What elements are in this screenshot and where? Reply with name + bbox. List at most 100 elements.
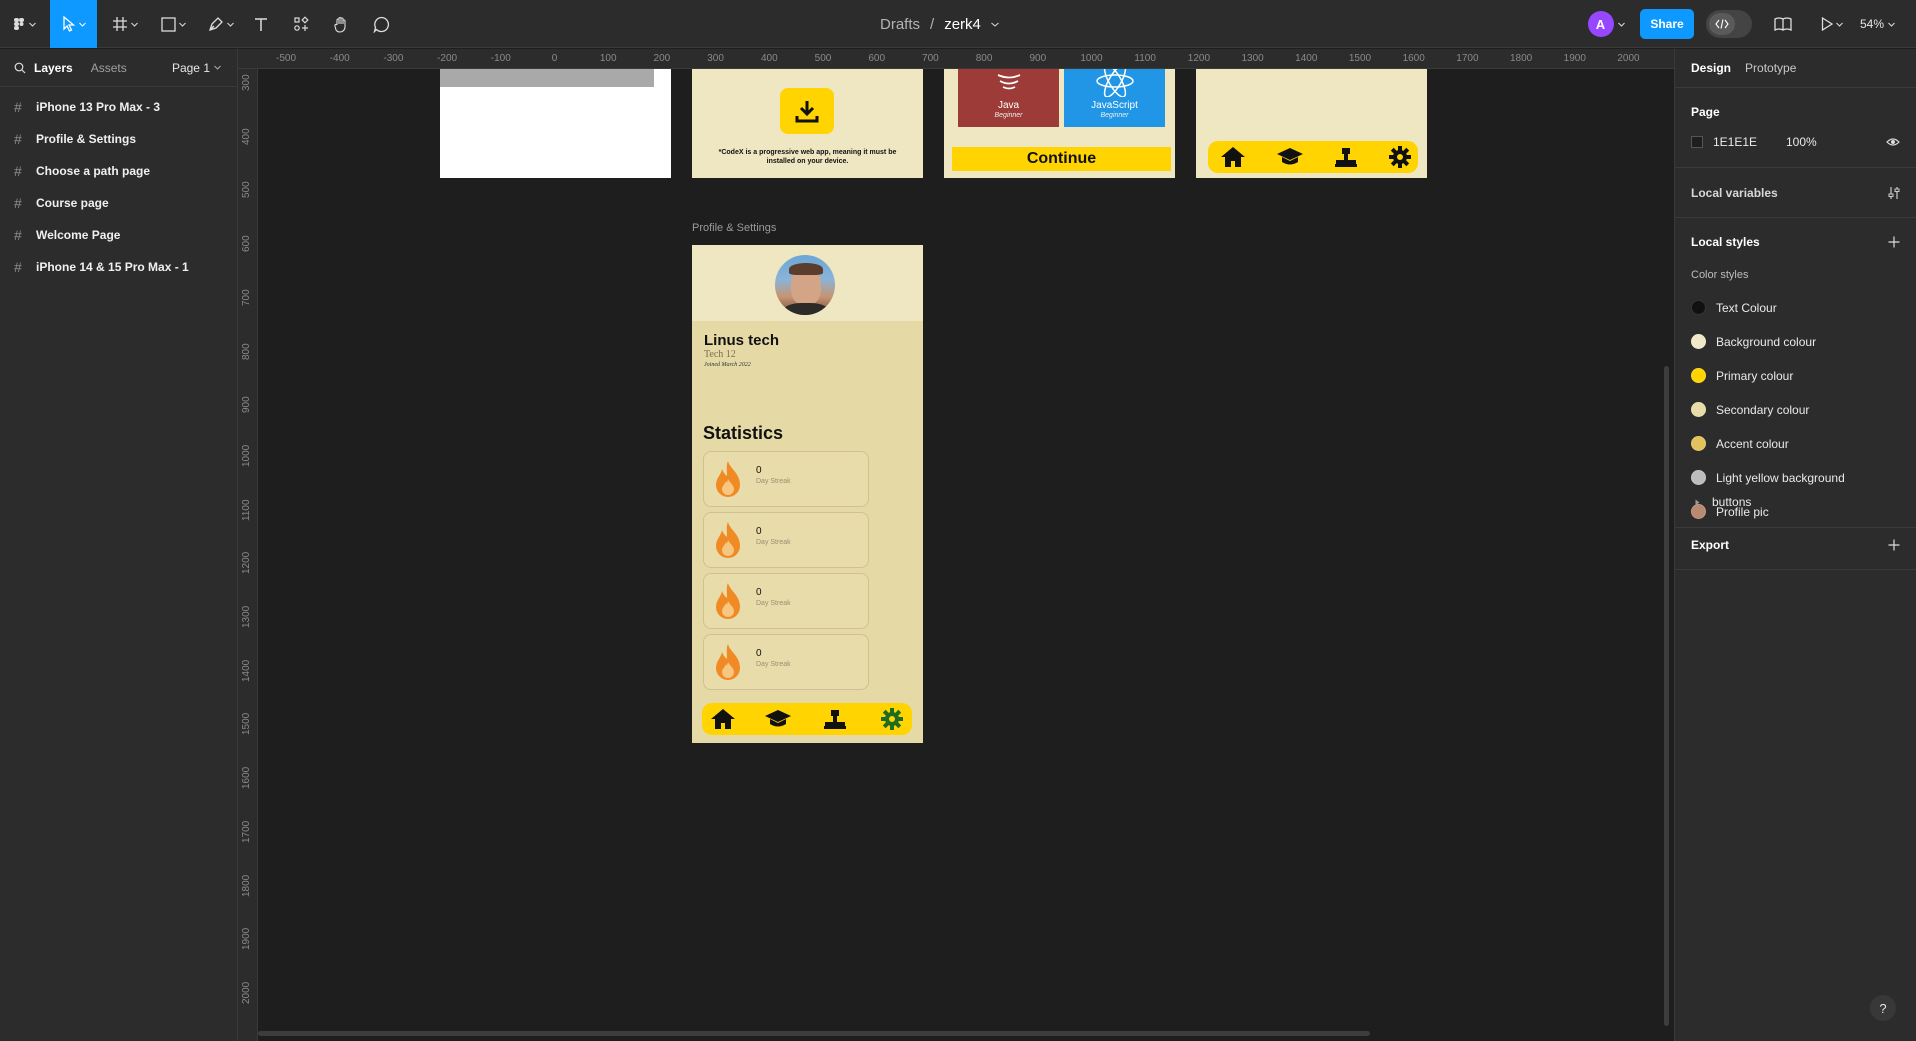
chevron-down-icon[interactable] [991, 22, 999, 27]
frame-profile-settings[interactable]: Linus tech Tech 12 Joined March 2022 Sta… [692, 245, 923, 743]
vertical-scrollbar[interactable] [1664, 366, 1669, 1026]
multiplayer-avatar-button[interactable]: A [1584, 0, 1628, 48]
ruler-tick-label: 200 [653, 53, 671, 64]
frame-choose-a-path[interactable]: Java Beginner JavaScript Beginner Contin… [944, 69, 1175, 178]
color-style-item[interactable]: Background colour [1691, 334, 1900, 349]
stat-card[interactable]: 0 Day Streak [703, 634, 869, 690]
leaderboard-icon[interactable] [1334, 145, 1358, 169]
figma-logo-icon [14, 18, 24, 30]
page-selector[interactable]: Page 1 [172, 61, 221, 75]
eye-icon[interactable] [1886, 137, 1900, 147]
ruler-tick-label: 700 [922, 53, 939, 64]
home-icon[interactable] [710, 708, 736, 730]
color-swatch [1691, 334, 1706, 349]
frame-tool-button[interactable] [108, 0, 142, 48]
page-background-row[interactable]: 1E1E1E 100% [1691, 135, 1900, 149]
comment-tool-button[interactable] [368, 0, 394, 48]
plus-icon[interactable] [1888, 236, 1900, 248]
frame-course-page[interactable] [1196, 69, 1427, 178]
graduation-cap-icon[interactable] [764, 709, 792, 729]
color-style-item[interactable]: Primary colour [1691, 368, 1900, 383]
frame-iphone-13-pro-max-3[interactable] [440, 69, 671, 178]
tab-design[interactable]: Design [1691, 61, 1731, 75]
pen-icon [208, 17, 223, 32]
profile-avatar[interactable] [775, 255, 835, 315]
page-color-swatch[interactable] [1691, 136, 1703, 148]
layers-panel: Layers Assets Page 1 # iPhone 13 Pro Max … [0, 49, 238, 1041]
tab-prototype[interactable]: Prototype [1745, 61, 1796, 75]
layer-item[interactable]: # Welcome Page [0, 219, 237, 251]
course-card-javascript[interactable]: JavaScript Beginner [1064, 69, 1165, 127]
leaderboard-icon[interactable] [823, 707, 847, 731]
page-opacity[interactable]: 100% [1786, 135, 1817, 149]
stat-card[interactable]: 0 Day Streak [703, 573, 869, 629]
design-canvas[interactable]: *CodeX is a progressive web app, meaning… [258, 69, 1674, 1041]
plus-icon[interactable] [1888, 539, 1900, 551]
ruler-tick-label: 1000 [1080, 53, 1103, 64]
layer-item[interactable]: # iPhone 14 & 15 Pro Max - 1 [0, 251, 237, 283]
course-card-java[interactable]: Java Beginner [958, 69, 1059, 127]
library-button[interactable] [1770, 0, 1796, 48]
stat-value: 0 [756, 587, 762, 598]
divider [1675, 87, 1916, 88]
settings-gear-icon[interactable] [880, 707, 904, 731]
search-icon[interactable] [14, 62, 26, 74]
frame-title-label[interactable]: Profile & Settings [692, 222, 776, 234]
frame-install-prompt[interactable]: *CodeX is a progressive web app, meaning… [692, 69, 923, 178]
home-icon[interactable] [1220, 146, 1246, 168]
pen-tool-button[interactable] [204, 0, 238, 48]
page-color-hex[interactable]: 1E1E1E [1713, 135, 1786, 149]
dev-mode-toggle[interactable] [1706, 10, 1752, 38]
ruler-tick-label: 1300 [1241, 53, 1264, 64]
move-tool-button[interactable] [50, 0, 97, 48]
ruler-tick-label: 300 [241, 74, 252, 91]
export-label: Export [1691, 538, 1730, 552]
present-button[interactable] [1814, 0, 1850, 48]
stat-caption: Day Streak [756, 478, 791, 485]
horizontal-scrollbar[interactable] [258, 1031, 1370, 1036]
style-group-row[interactable]: buttons [1691, 495, 1900, 509]
shape-tool-button[interactable] [156, 0, 190, 48]
share-button[interactable]: Share [1640, 9, 1694, 39]
hand-tool-button[interactable] [328, 0, 354, 48]
ruler-tick-label: 1100 [1134, 53, 1156, 64]
profile-subtitle: Tech 12 [704, 349, 736, 360]
color-style-item[interactable]: Text Colour [1691, 300, 1900, 315]
continue-button[interactable]: Continue [952, 147, 1171, 171]
help-button[interactable]: ? [1870, 995, 1896, 1021]
tab-layers[interactable]: Layers [34, 61, 73, 75]
course-level: Beginner [994, 112, 1023, 119]
settings-gear-icon[interactable] [1388, 145, 1412, 169]
stat-card[interactable]: 0 Day Streak [703, 512, 869, 568]
flame-icon [716, 522, 740, 558]
chevron-right-icon[interactable] [1695, 499, 1700, 506]
color-style-item[interactable]: Accent colour [1691, 436, 1900, 451]
tab-assets[interactable]: Assets [91, 61, 127, 75]
layer-item[interactable]: # Profile & Settings [0, 123, 237, 155]
local-variables-row[interactable]: Local variables [1691, 186, 1900, 200]
text-tool-button[interactable] [248, 0, 274, 48]
download-button[interactable] [780, 88, 834, 134]
color-swatch [1691, 402, 1706, 417]
color-style-label: Primary colour [1716, 368, 1794, 383]
components-tool-button[interactable] [288, 0, 314, 48]
layer-item[interactable]: # iPhone 13 Pro Max - 3 [0, 91, 237, 123]
color-style-item[interactable]: Light yellow background [1691, 470, 1900, 485]
frame-icon: # [14, 195, 22, 211]
ruler-tick-label: 1500 [1348, 53, 1372, 64]
ruler-tick-label: 500 [241, 181, 252, 199]
stat-card[interactable]: 0 Day Streak [703, 451, 869, 507]
layer-item[interactable]: # Choose a path page [0, 155, 237, 187]
breadcrumb-drafts[interactable]: Drafts [880, 16, 920, 33]
frame-hash-icon [113, 17, 127, 31]
main-menu-button[interactable] [6, 0, 42, 48]
color-style-item[interactable]: Secondary colour [1691, 402, 1900, 417]
zoom-level: 54% [1860, 17, 1885, 31]
sliders-icon[interactable] [1888, 186, 1900, 200]
layer-item[interactable]: # Course page [0, 187, 237, 219]
frame-icon: # [14, 131, 22, 147]
graduation-cap-icon[interactable] [1276, 147, 1304, 167]
file-name[interactable]: zerk4 [944, 16, 981, 33]
ruler-tick-label: 1800 [1509, 53, 1533, 64]
zoom-menu[interactable]: 54% [1860, 0, 1895, 48]
